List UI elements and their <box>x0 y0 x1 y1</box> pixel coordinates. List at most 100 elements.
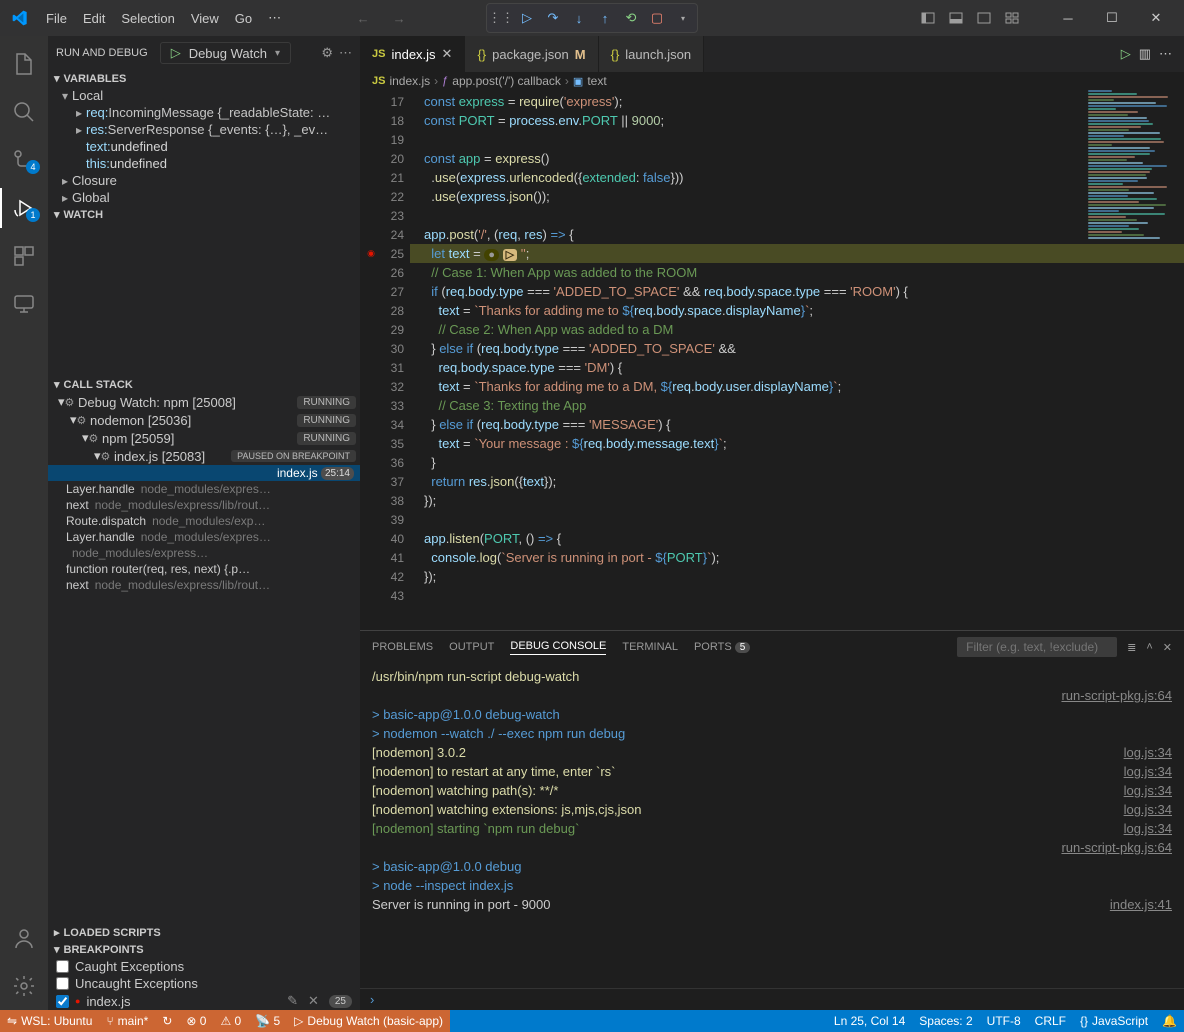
settings-gear-icon[interactable] <box>0 962 48 1010</box>
bp-caught[interactable]: Caught Exceptions <box>48 958 360 975</box>
bp-file[interactable]: ●index.js ✎ ✕ 25 <box>48 992 360 1010</box>
tab-terminal[interactable]: TERMINAL <box>622 641 678 653</box>
bp-checkbox[interactable] <box>56 960 69 973</box>
explorer-icon[interactable] <box>0 40 48 88</box>
console-filter-input[interactable] <box>957 637 1117 657</box>
tab-launch-json[interactable]: {}launch.json <box>599 36 704 72</box>
debug-console[interactable]: /usr/bin/npm run-script debug-watchrun-s… <box>360 663 1184 988</box>
menu-file[interactable]: File <box>38 11 75 26</box>
back-icon[interactable]: ← <box>349 4 377 32</box>
var-row[interactable]: text: undefined <box>48 138 360 155</box>
tab-overflow-icon[interactable]: ⋯ <box>1159 46 1172 62</box>
cs-index[interactable]: ▾⚙ index.js [25083]PAUSED ON BREAKPOINT <box>48 447 360 465</box>
stack-frame[interactable]: Layer.handlenode_modules/expres… <box>48 481 360 497</box>
scope-global[interactable]: ▸Global <box>48 189 360 206</box>
stack-frame[interactable]: nextnode_modules/express/lib/rout… <box>48 577 360 593</box>
sync-indicator[interactable]: ↻ <box>155 1014 179 1028</box>
cursor-pos[interactable]: Ln 25, Col 14 <box>827 1014 912 1028</box>
maximize-button[interactable]: ☐ <box>1092 2 1132 34</box>
close-icon[interactable]: ✕ <box>442 46 453 62</box>
var-row[interactable]: ▸res: ServerResponse {_events: {…}, _ev… <box>48 121 360 138</box>
ports-indicator[interactable]: 📡 5 <box>248 1014 287 1028</box>
watch-header[interactable]: ▾WATCH <box>48 206 360 223</box>
source-control-icon[interactable]: 4 <box>0 136 48 184</box>
step-out-icon[interactable]: ↑ <box>593 6 617 30</box>
layout-right-icon[interactable] <box>972 6 996 30</box>
bp-checkbox[interactable] <box>56 995 69 1008</box>
debug-indicator[interactable]: ▷ Debug Watch (basic-app) <box>287 1014 450 1028</box>
tab-package-json[interactable]: {}package.jsonM <box>465 36 598 72</box>
var-row[interactable]: this: undefined <box>48 155 360 172</box>
grip-icon[interactable]: ⋮⋮ <box>489 6 513 30</box>
tab-ports[interactable]: PORTS 5 <box>694 641 750 653</box>
tab-index-js[interactable]: JSindex.js✕ <box>360 36 465 72</box>
stack-frame[interactable]: Route.dispatchnode_modules/exp… <box>48 513 360 529</box>
bp-uncaught[interactable]: Uncaught Exceptions <box>48 975 360 992</box>
edit-icon[interactable]: ✎ <box>287 993 298 1009</box>
console-prompt[interactable]: › <box>360 988 1184 1010</box>
cs-session-root[interactable]: ▾⚙ Debug Watch: npm [25008]RUNNING <box>48 393 360 411</box>
maximize-panel-icon[interactable]: ˄ <box>1146 641 1152 653</box>
menu-selection[interactable]: Selection <box>113 11 182 26</box>
code-area[interactable]: const express = require('express');const… <box>410 90 1184 630</box>
breakpoints-header[interactable]: ▾BREAKPOINTS <box>48 941 360 958</box>
remove-icon[interactable]: ✕ <box>308 993 319 1009</box>
clear-console-icon[interactable]: ≣ <box>1127 641 1136 654</box>
stack-frame[interactable]: Layer.handlenode_modules/expres… <box>48 529 360 545</box>
close-panel-icon[interactable]: ✕ <box>1163 641 1172 654</box>
launch-config-select[interactable]: ▷ Debug Watch ▾ <box>160 42 291 64</box>
continue-icon[interactable]: ▷ <box>515 6 539 30</box>
remote-explorer-icon[interactable] <box>0 280 48 328</box>
stack-frame[interactable]: nextnode_modules/express/lib/rout… <box>48 497 360 513</box>
tab-problems[interactable]: PROBLEMS <box>372 641 433 653</box>
configure-icon[interactable]: ⚙ <box>321 45 333 61</box>
scope-local[interactable]: ▾Local <box>48 87 360 104</box>
menu-overflow-icon[interactable]: ⋯ <box>260 10 289 26</box>
run-icon[interactable]: ▷ <box>1121 46 1131 62</box>
cs-npm[interactable]: ▾⚙ npm [25059]RUNNING <box>48 429 360 447</box>
menu-edit[interactable]: Edit <box>75 11 113 26</box>
warnings-indicator[interactable]: ⚠ 0 <box>213 1014 248 1028</box>
step-into-icon[interactable]: ↓ <box>567 6 591 30</box>
step-over-icon[interactable]: ↷ <box>541 6 565 30</box>
extensions-icon[interactable] <box>0 232 48 280</box>
callstack-header[interactable]: ▾CALL STACK <box>48 376 360 393</box>
accounts-icon[interactable] <box>0 914 48 962</box>
stop-icon[interactable]: ▢ <box>645 6 669 30</box>
tab-output[interactable]: OUTPUT <box>449 641 494 653</box>
encoding-indicator[interactable]: UTF-8 <box>980 1014 1028 1028</box>
scope-closure[interactable]: ▸Closure <box>48 172 360 189</box>
layout-customize-icon[interactable] <box>1000 6 1024 30</box>
breadcrumb[interactable]: JS index.js › ƒ app.post('/') callback ›… <box>360 72 1184 90</box>
minimize-button[interactable]: ─ <box>1048 2 1088 34</box>
indent-indicator[interactable]: Spaces: 2 <box>912 1014 979 1028</box>
close-button[interactable]: ✕ <box>1136 2 1176 34</box>
var-row[interactable]: ▸req: IncomingMessage {_readableState: … <box>48 104 360 121</box>
search-icon[interactable] <box>0 88 48 136</box>
forward-icon[interactable]: → <box>385 4 413 32</box>
overflow-icon[interactable]: ⋯ <box>339 45 352 61</box>
debug-overflow-icon[interactable]: ▾ <box>671 6 695 30</box>
branch-indicator[interactable]: ⑂ main* <box>99 1014 155 1028</box>
eol-indicator[interactable]: CRLF <box>1028 1014 1073 1028</box>
layout-bottom-icon[interactable] <box>944 6 968 30</box>
remote-indicator[interactable]: ⇋ WSL: Ubuntu <box>0 1014 99 1028</box>
notifications-icon[interactable]: 🔔 <box>1155 1014 1184 1028</box>
editor[interactable]: 1718192021222324◉25262728293031323334353… <box>360 90 1184 630</box>
loaded-scripts-header[interactable]: ▸LOADED SCRIPTS <box>48 924 360 941</box>
language-indicator[interactable]: {} JavaScript <box>1073 1014 1155 1028</box>
stack-frame[interactable]: function router(req, res, next) {.p… <box>48 561 360 577</box>
run-debug-icon[interactable]: 1 <box>0 184 48 232</box>
stack-frame[interactable]: index.js 25:14 <box>48 465 360 481</box>
stack-frame[interactable]: node_modules/express… <box>48 545 360 561</box>
cs-nodemon[interactable]: ▾⚙ nodemon [25036]RUNNING <box>48 411 360 429</box>
variables-header[interactable]: ▾VARIABLES <box>48 70 360 87</box>
errors-indicator[interactable]: ⊗ 0 <box>179 1014 213 1028</box>
menu-view[interactable]: View <box>183 11 227 26</box>
restart-icon[interactable]: ⟲ <box>619 6 643 30</box>
bp-checkbox[interactable] <box>56 977 69 990</box>
split-editor-icon[interactable]: ▥ <box>1139 46 1151 62</box>
layout-left-icon[interactable] <box>916 6 940 30</box>
menu-go[interactable]: Go <box>227 11 260 26</box>
tab-debug-console[interactable]: DEBUG CONSOLE <box>510 640 606 655</box>
